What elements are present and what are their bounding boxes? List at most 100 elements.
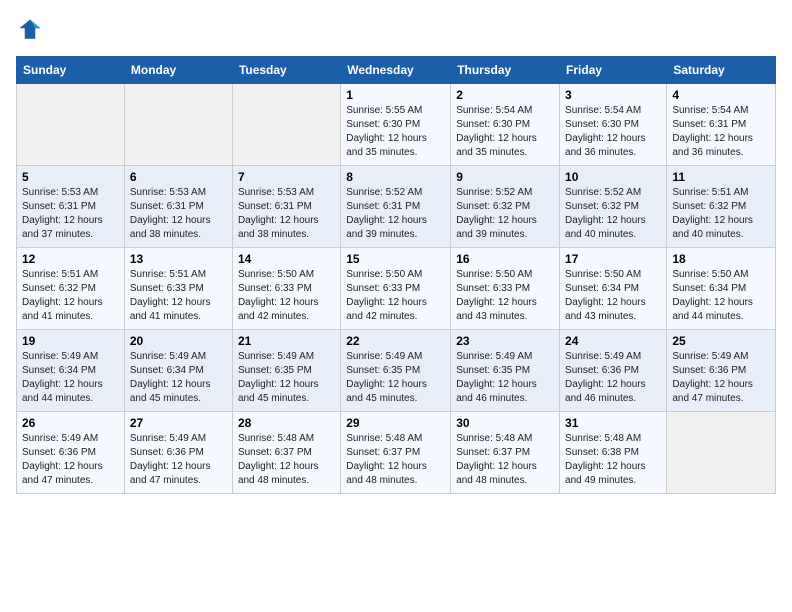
- calendar-week-row: 1Sunrise: 5:55 AM Sunset: 6:30 PM Daylig…: [17, 84, 776, 166]
- calendar-body: 1Sunrise: 5:55 AM Sunset: 6:30 PM Daylig…: [17, 84, 776, 494]
- calendar-cell: 3Sunrise: 5:54 AM Sunset: 6:30 PM Daylig…: [560, 84, 667, 166]
- calendar-cell: 1Sunrise: 5:55 AM Sunset: 6:30 PM Daylig…: [341, 84, 451, 166]
- day-number: 4: [672, 88, 770, 102]
- day-number: 7: [238, 170, 335, 184]
- day-number: 27: [130, 416, 227, 430]
- weekday-header-saturday: Saturday: [667, 57, 776, 84]
- calendar-cell: [17, 84, 125, 166]
- weekday-header-monday: Monday: [124, 57, 232, 84]
- calendar-cell: 14 Sunrise: 5:50 AM Sunset: 6:33 PM Dayli…: [232, 248, 340, 330]
- calendar-header: SundayMondayTuesdayWednesdayThursdayFrid…: [17, 57, 776, 84]
- calendar-cell: 11 Sunrise: 5:51 AM Sunset: 6:32 PM Dayli…: [667, 166, 776, 248]
- calendar-cell: 30 Sunrise: 5:48 AM Sunset: 6:37 PM Dayli…: [451, 412, 560, 494]
- calendar-cell: 31 Sunrise: 5:48 AM Sunset: 6:38 PM Dayli…: [560, 412, 667, 494]
- day-number: 19: [22, 334, 119, 348]
- day-number: 10: [565, 170, 661, 184]
- logo-bird-icon: [16, 16, 44, 44]
- calendar-cell: 22 Sunrise: 5:49 AM Sunset: 6:35 PM Dayli…: [341, 330, 451, 412]
- day-info: Sunrise: 5:49 AM Sunset: 6:36 PM Dayligh…: [565, 350, 661, 406]
- day-info: Sunrise: 5:54 AM Sunset: 6:30 PM Dayligh…: [565, 104, 661, 160]
- calendar-cell: 13Sunrise: 5:51 AM Sunset: 6:33 PM Dayli…: [124, 248, 232, 330]
- calendar-week-row: 26 Sunrise: 5:49 AM Sunset: 6:36 PM Dayli…: [17, 412, 776, 494]
- calendar-cell: 21 Sunrise: 5:49 AM Sunset: 6:35 PM Dayli…: [232, 330, 340, 412]
- day-info: Sunrise: 5:51 AM Sunset: 6:33 PM Dayligh…: [130, 268, 227, 324]
- calendar-cell: 18 Sunrise: 5:50 AM Sunset: 6:34 PM Dayli…: [667, 248, 776, 330]
- day-number: 17: [565, 252, 661, 266]
- calendar-cell: 27 Sunrise: 5:49 AM Sunset: 6:36 PM Dayli…: [124, 412, 232, 494]
- day-info: Sunrise: 5:52 AM Sunset: 6:32 PM Dayligh…: [565, 186, 661, 242]
- day-number: 11: [672, 170, 770, 184]
- calendar-cell: 28 Sunrise: 5:48 AM Sunset: 6:37 PM Dayli…: [232, 412, 340, 494]
- day-info: Sunrise: 5:53 AM Sunset: 6:31 PM Dayligh…: [238, 186, 335, 242]
- calendar-cell: [232, 84, 340, 166]
- day-number: 14: [238, 252, 335, 266]
- day-info: Sunrise: 5:48 AM Sunset: 6:37 PM Dayligh…: [456, 432, 554, 488]
- day-number: 24: [565, 334, 661, 348]
- calendar-cell: 26 Sunrise: 5:49 AM Sunset: 6:36 PM Dayli…: [17, 412, 125, 494]
- calendar-cell: 15Sunrise: 5:50 AM Sunset: 6:33 PM Dayli…: [341, 248, 451, 330]
- weekday-header-friday: Friday: [560, 57, 667, 84]
- day-number: 22: [346, 334, 445, 348]
- day-info: Sunrise: 5:49 AM Sunset: 6:36 PM Dayligh…: [672, 350, 770, 406]
- calendar-cell: 8Sunrise: 5:52 AM Sunset: 6:31 PM Daylig…: [341, 166, 451, 248]
- day-number: 26: [22, 416, 119, 430]
- day-number: 25: [672, 334, 770, 348]
- day-number: 1: [346, 88, 445, 102]
- day-info: Sunrise: 5:49 AM Sunset: 6:35 PM Dayligh…: [238, 350, 335, 406]
- day-info: Sunrise: 5:54 AM Sunset: 6:31 PM Dayligh…: [672, 104, 770, 160]
- day-number: 2: [456, 88, 554, 102]
- calendar-cell: 16 Sunrise: 5:50 AM Sunset: 6:33 PM Dayli…: [451, 248, 560, 330]
- weekday-header-wednesday: Wednesday: [341, 57, 451, 84]
- calendar-cell: 25 Sunrise: 5:49 AM Sunset: 6:36 PM Dayli…: [667, 330, 776, 412]
- day-info: Sunrise: 5:53 AM Sunset: 6:31 PM Dayligh…: [22, 186, 119, 242]
- day-number: 16: [456, 252, 554, 266]
- day-number: 23: [456, 334, 554, 348]
- calendar-cell: 24 Sunrise: 5:49 AM Sunset: 6:36 PM Dayli…: [560, 330, 667, 412]
- page-header: [16, 16, 776, 44]
- day-number: 21: [238, 334, 335, 348]
- calendar-cell: [667, 412, 776, 494]
- day-info: Sunrise: 5:50 AM Sunset: 6:34 PM Dayligh…: [672, 268, 770, 324]
- day-info: Sunrise: 5:50 AM Sunset: 6:33 PM Dayligh…: [456, 268, 554, 324]
- weekday-header-sunday: Sunday: [17, 57, 125, 84]
- day-info: Sunrise: 5:52 AM Sunset: 6:31 PM Dayligh…: [346, 186, 445, 242]
- day-info: Sunrise: 5:50 AM Sunset: 6:33 PM Dayligh…: [238, 268, 335, 324]
- day-number: 18: [672, 252, 770, 266]
- day-number: 12: [22, 252, 119, 266]
- calendar-cell: 9Sunrise: 5:52 AM Sunset: 6:32 PM Daylig…: [451, 166, 560, 248]
- day-number: 30: [456, 416, 554, 430]
- day-info: Sunrise: 5:54 AM Sunset: 6:30 PM Dayligh…: [456, 104, 554, 160]
- day-number: 31: [565, 416, 661, 430]
- calendar-cell: 7 Sunrise: 5:53 AM Sunset: 6:31 PM Daylig…: [232, 166, 340, 248]
- day-info: Sunrise: 5:48 AM Sunset: 6:37 PM Dayligh…: [346, 432, 445, 488]
- day-number: 5: [22, 170, 119, 184]
- day-number: 15: [346, 252, 445, 266]
- day-info: Sunrise: 5:49 AM Sunset: 6:36 PM Dayligh…: [130, 432, 227, 488]
- day-info: Sunrise: 5:49 AM Sunset: 6:36 PM Dayligh…: [22, 432, 119, 488]
- day-number: 28: [238, 416, 335, 430]
- calendar-table: SundayMondayTuesdayWednesdayThursdayFrid…: [16, 56, 776, 494]
- calendar-cell: 2 Sunrise: 5:54 AM Sunset: 6:30 PM Daylig…: [451, 84, 560, 166]
- day-info: Sunrise: 5:49 AM Sunset: 6:35 PM Dayligh…: [346, 350, 445, 406]
- calendar-cell: 12 Sunrise: 5:51 AM Sunset: 6:32 PM Dayli…: [17, 248, 125, 330]
- calendar-week-row: 5 Sunrise: 5:53 AM Sunset: 6:31 PM Daylig…: [17, 166, 776, 248]
- calendar-cell: [124, 84, 232, 166]
- day-info: Sunrise: 5:48 AM Sunset: 6:37 PM Dayligh…: [238, 432, 335, 488]
- calendar-week-row: 19 Sunrise: 5:49 AM Sunset: 6:34 PM Dayli…: [17, 330, 776, 412]
- day-info: Sunrise: 5:51 AM Sunset: 6:32 PM Dayligh…: [22, 268, 119, 324]
- day-info: Sunrise: 5:50 AM Sunset: 6:34 PM Dayligh…: [565, 268, 661, 324]
- calendar-cell: 6Sunrise: 5:53 AM Sunset: 6:31 PM Daylig…: [124, 166, 232, 248]
- weekday-header-tuesday: Tuesday: [232, 57, 340, 84]
- day-info: Sunrise: 5:51 AM Sunset: 6:32 PM Dayligh…: [672, 186, 770, 242]
- calendar-cell: 4 Sunrise: 5:54 AM Sunset: 6:31 PM Daylig…: [667, 84, 776, 166]
- day-info: Sunrise: 5:48 AM Sunset: 6:38 PM Dayligh…: [565, 432, 661, 488]
- calendar-cell: 5 Sunrise: 5:53 AM Sunset: 6:31 PM Daylig…: [17, 166, 125, 248]
- day-number: 29: [346, 416, 445, 430]
- calendar-cell: 29 Sunrise: 5:48 AM Sunset: 6:37 PM Dayli…: [341, 412, 451, 494]
- day-number: 20: [130, 334, 227, 348]
- day-number: 9: [456, 170, 554, 184]
- calendar-cell: 23 Sunrise: 5:49 AM Sunset: 6:35 PM Dayli…: [451, 330, 560, 412]
- day-info: Sunrise: 5:49 AM Sunset: 6:34 PM Dayligh…: [130, 350, 227, 406]
- day-info: Sunrise: 5:49 AM Sunset: 6:35 PM Dayligh…: [456, 350, 554, 406]
- calendar-cell: 19Sunrise: 5:49 AM Sunset: 6:34 PM Dayli…: [17, 330, 125, 412]
